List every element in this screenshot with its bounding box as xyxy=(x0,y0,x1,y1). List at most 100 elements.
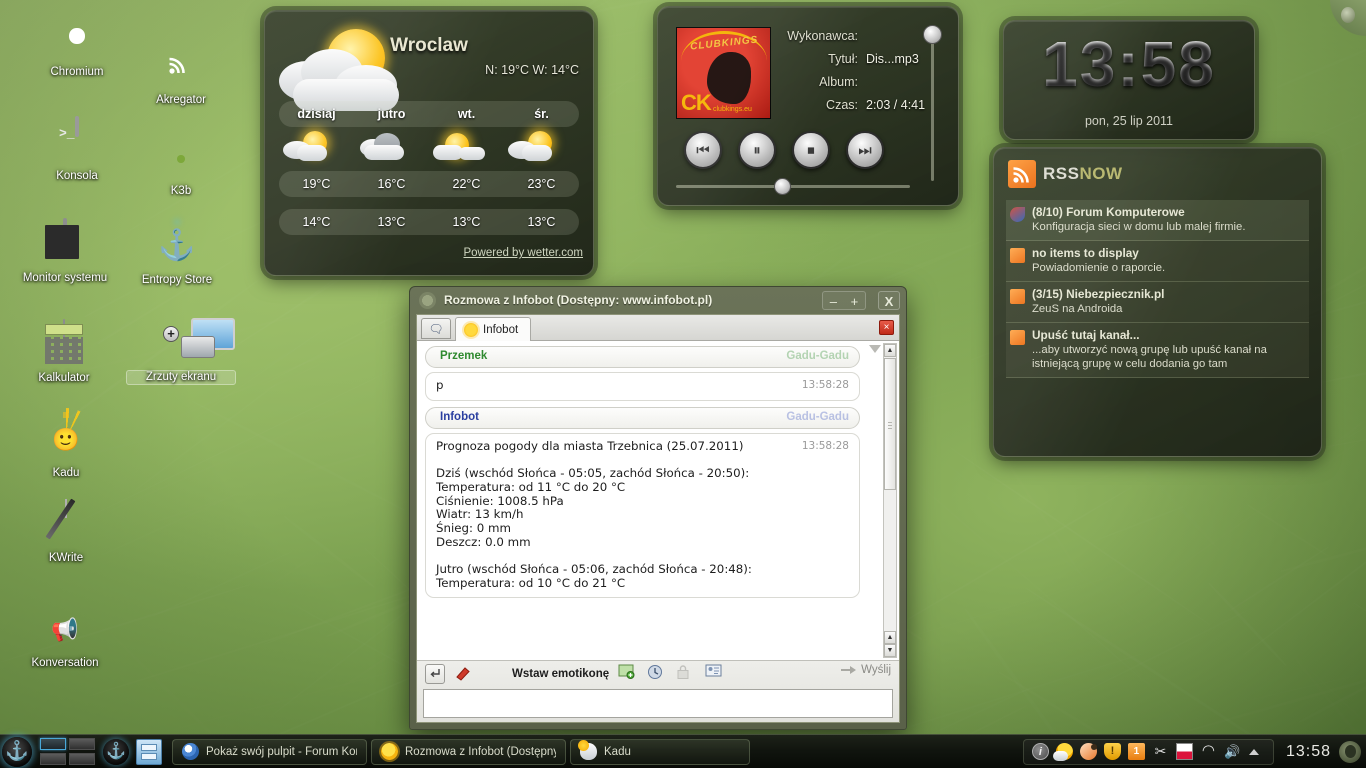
pager-desktop-1[interactable] xyxy=(40,738,66,750)
chat-input-field[interactable] xyxy=(423,689,893,718)
emoticon-label[interactable]: Wstaw emotikonę xyxy=(512,668,609,680)
pager-desktop-3[interactable] xyxy=(40,753,66,765)
desktop-icon-monitor-systemu[interactable]: Monitor systemu xyxy=(10,220,120,285)
taskbar-button[interactable]: Kadu xyxy=(570,739,750,765)
chat-titlebar[interactable]: Rozmowa z Infobot (Dostępny: www.infobot… xyxy=(410,287,906,314)
volume-icon[interactable] xyxy=(1224,743,1241,760)
weather-forecast-icon xyxy=(429,129,504,163)
show-hidden-arrow-icon[interactable] xyxy=(1248,743,1265,760)
scroll-up-button[interactable]: ▲ xyxy=(884,344,896,357)
taskbar-button-label: Kadu xyxy=(604,746,631,758)
playback-controls[interactable]: ⏮ ⏸ ⏹ ⏭ xyxy=(684,131,884,169)
taskbar-button[interactable]: Pokaż swój pulpit - Forum Kom xyxy=(172,739,367,765)
stop-button-glyph: ⏹ xyxy=(794,133,828,167)
digital-clock-widget[interactable]: 13:58 pon, 25 lip 2011 xyxy=(1003,20,1255,140)
task-manager[interactable]: Pokaż swój pulpit - Forum Kom Rozmowa z I… xyxy=(172,739,750,765)
kde-menu-anchor-icon[interactable] xyxy=(2,737,32,767)
seek-slider[interactable] xyxy=(676,185,910,188)
weather-icon[interactable] xyxy=(1056,743,1073,760)
media-player-widget[interactable]: CLUBKINGS CK clubkings.eu Wykonawca: Tytu… xyxy=(657,6,959,206)
klipper-scissors-icon[interactable] xyxy=(1152,743,1169,760)
chat-toolbar[interactable]: Wstaw emotikonę Wyślij xyxy=(417,660,899,722)
rssnow-logo-b: NOW xyxy=(1079,164,1122,183)
weather-powered-link[interactable]: Powered by wetter.com xyxy=(463,247,583,259)
desktop-pager[interactable] xyxy=(40,738,95,765)
feed-orange-icon xyxy=(1010,330,1025,345)
panel-toolbox-cashew[interactable] xyxy=(1339,741,1361,763)
desktop-icon-kwrite[interactable]: KWrite xyxy=(11,500,121,565)
contact-card-icon[interactable] xyxy=(705,664,725,684)
chat-toolbar-row[interactable]: Wstaw emotikonę Wyślij xyxy=(417,661,899,687)
desktop-icon-akregator[interactable]: Akregator xyxy=(126,42,236,107)
tab-infobot[interactable]: Infobot xyxy=(455,317,531,341)
collapse-triangle-icon[interactable] xyxy=(869,345,881,353)
keyboard-layout-pl-icon[interactable] xyxy=(1176,743,1193,760)
chat-scrollbar[interactable]: ▲ ▲ ▼ xyxy=(883,343,897,658)
lock-glyph xyxy=(676,664,690,680)
kwrite-icon xyxy=(42,500,90,548)
taskbar-button[interactable]: Rozmowa z Infobot (Dostępny xyxy=(371,739,566,765)
shield-update-icon[interactable] xyxy=(1104,743,1121,760)
chat-list-icon[interactable] xyxy=(421,318,451,339)
track-field-key: Album: xyxy=(819,75,858,89)
feed-blue-icon xyxy=(1010,207,1025,222)
kde-panel[interactable]: Pokaż swój pulpit - Forum Kom Rozmowa z I… xyxy=(0,734,1366,768)
weather-cell: 13°C xyxy=(429,209,504,235)
insert-image-icon[interactable] xyxy=(618,664,638,684)
desktop-toolbox-cashew[interactable] xyxy=(1330,0,1366,36)
rssnow-widget[interactable]: RSSNOW (8/10) Forum Komputerowe Konfigura… xyxy=(993,147,1322,457)
desktop-icon-kadu[interactable]: Kadu xyxy=(11,415,121,480)
weather-widget[interactable]: Wroclaw N: 19°C W: 14°C dzisiaj jutro wt. ś… xyxy=(264,10,594,276)
seek-handle[interactable] xyxy=(774,178,791,195)
rss-item[interactable]: (3/15) Niebezpiecznik.pl ZeuS na Androida xyxy=(1006,282,1309,323)
minimize-maximize-group[interactable]: – + xyxy=(822,291,866,310)
rss-item-desc: Konfiguracja sieci w domu lub malej firm… xyxy=(1032,220,1303,234)
desktop-icon-konversation[interactable]: Konversation xyxy=(10,605,120,670)
rss-item-title: (8/10) Forum Komputerowe xyxy=(1032,205,1303,220)
insert-line-break-icon[interactable] xyxy=(425,664,445,684)
pause-button[interactable]: ⏸ xyxy=(738,131,776,169)
chat-tabbar[interactable]: Infobot × xyxy=(417,315,899,341)
minimize-button[interactable]: – xyxy=(830,292,837,309)
chat-window[interactable]: Rozmowa z Infobot (Dostępny: www.infobot… xyxy=(409,286,907,730)
send-button[interactable]: Wyślij xyxy=(841,664,891,676)
next-button[interactable]: ⏭ xyxy=(846,131,884,169)
rss-item[interactable]: no items to display Powiadomienie o rapor… xyxy=(1006,241,1309,282)
desktop-icon-zrzuty-ekranu[interactable]: + Zrzuty ekranu xyxy=(126,318,236,385)
desktop-icon-chromium[interactable]: Chromium xyxy=(22,14,132,79)
kadu-tray-icon[interactable] xyxy=(1080,743,1097,760)
scroll-up-button-bottom[interactable]: ▲ xyxy=(884,631,896,644)
wifi-icon[interactable] xyxy=(1200,743,1217,760)
desktop-icon-konsola[interactable]: Konsola xyxy=(22,118,132,183)
pager-desktop-4[interactable] xyxy=(69,753,95,765)
info-icon[interactable] xyxy=(1032,743,1049,760)
scroll-down-button[interactable]: ▼ xyxy=(884,644,896,657)
scrollbar-thumb[interactable] xyxy=(884,358,896,490)
clear-icon[interactable] xyxy=(454,664,474,684)
rss-item[interactable]: Upuść tutaj kanał... ...aby utworzyć nową… xyxy=(1006,323,1309,378)
panel-clock[interactable]: 13:58 xyxy=(1278,743,1339,761)
rss-item[interactable]: (8/10) Forum Komputerowe Konfiguracja sie… xyxy=(1006,200,1309,241)
history-icon[interactable] xyxy=(647,664,667,684)
emoticon-icon[interactable] xyxy=(483,664,503,684)
window-controls[interactable]: – + X xyxy=(822,291,900,310)
desktop-icon-k3b[interactable]: K3b xyxy=(126,133,236,198)
volume-slider[interactable] xyxy=(931,29,934,181)
pager-desktop-2[interactable] xyxy=(69,738,95,750)
entropy-store-launcher-icon[interactable] xyxy=(103,739,129,765)
tab-close-icon[interactable]: × xyxy=(879,320,894,335)
system-tray[interactable] xyxy=(1023,739,1274,765)
calendar-icon[interactable] xyxy=(1128,743,1145,760)
stop-button[interactable]: ⏹ xyxy=(792,131,830,169)
desktop-icon-entropy-store[interactable]: Entropy Store xyxy=(122,222,232,287)
pager-grid[interactable] xyxy=(40,738,95,765)
file-manager-launcher-icon[interactable] xyxy=(136,739,162,765)
desktop-icon-kalkulator[interactable]: Kalkulator xyxy=(9,320,119,385)
clock-time: 13:58 xyxy=(1004,29,1254,99)
weather-forecast-icon xyxy=(279,129,354,163)
close-button[interactable]: X xyxy=(878,291,900,310)
maximize-button[interactable]: + xyxy=(851,292,859,309)
previous-button[interactable]: ⏮ xyxy=(684,131,722,169)
volume-handle[interactable] xyxy=(923,25,942,44)
weather-cell: 13°C xyxy=(504,209,579,235)
